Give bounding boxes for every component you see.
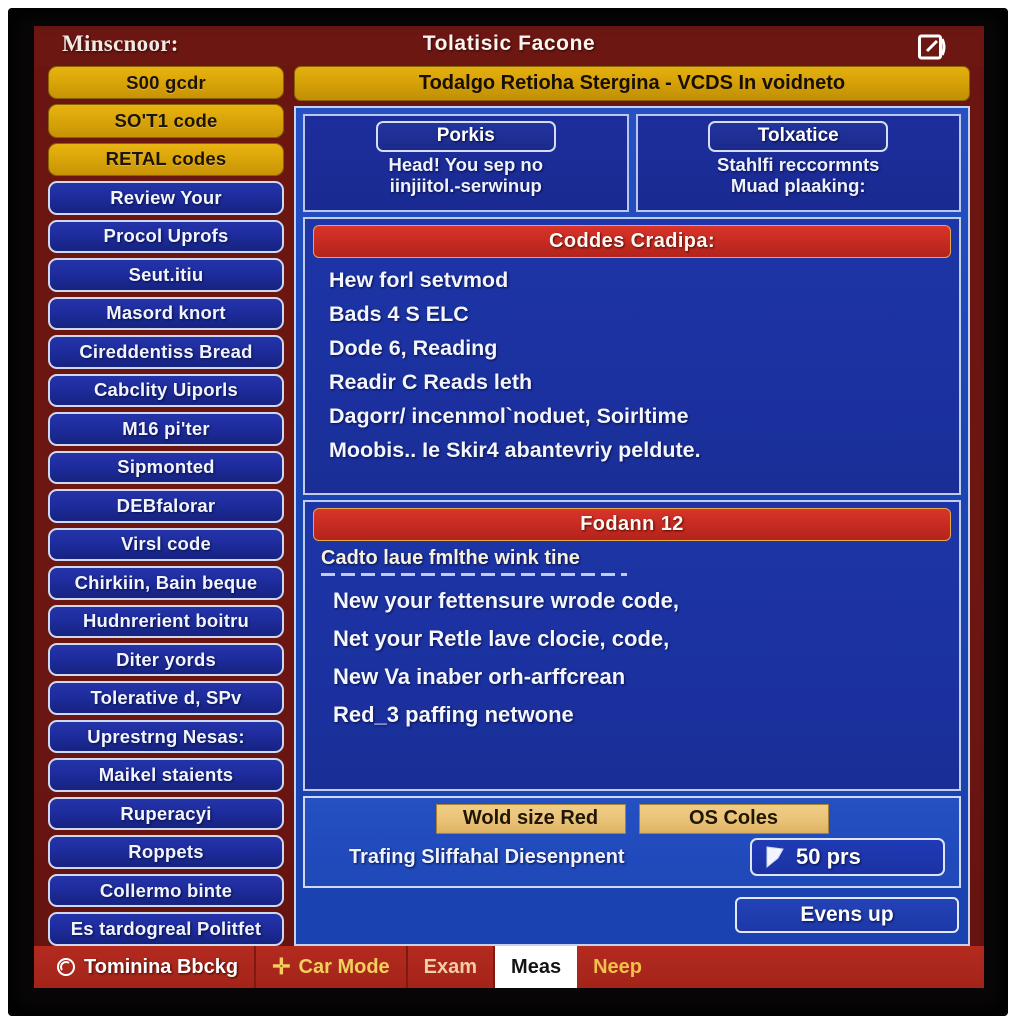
status-bar-item-label: Exam (423, 955, 478, 978)
status-bar-item[interactable]: Meas (495, 946, 578, 988)
status-bar-item[interactable]: Tominina Bbckg (34, 946, 257, 988)
status-bar-item-label: Car Mode (298, 955, 390, 978)
counter-field[interactable]: 50 prs (750, 838, 945, 876)
sidebar-item[interactable]: Review Your (48, 181, 284, 215)
code-line: Bads 4 S ELC (329, 301, 469, 326)
codes-panel: Coddes Cradipa: Hew forl setvmod Bads 4 S… (303, 217, 961, 495)
fodann-panel: Fodann 12 Cadto laue fmlthe wink tine Ne… (303, 500, 961, 791)
counter-value: 50 prs (796, 844, 861, 869)
status-bar-item[interactable]: Neep (577, 946, 658, 988)
app-screen: Minscnoor: Tolatisic Facone S00 gcdr SO'T… (34, 26, 984, 988)
page-title: Tolatisic Facone (422, 32, 596, 55)
info-box-line: Stahlfi reccormnts (717, 154, 880, 175)
dashed-divider (321, 573, 628, 576)
action-box: Wold size Red OS Coles Trafing Sliffahal… (303, 796, 961, 888)
subtitle-bar: Todalgo Retioha Stergina - VCDS In voidn… (294, 66, 970, 101)
sidebar-item[interactable]: Seut.itiu (48, 258, 284, 292)
device-bezel: Minscnoor: Tolatisic Facone S00 gcdr SO'T… (8, 8, 1008, 1016)
sidebar-item[interactable]: Maikel staients (48, 758, 284, 792)
sidebar-item[interactable]: Uprestrng Nesas: (48, 719, 284, 754)
sidebar-item[interactable]: Hudnrerient boitru (48, 604, 284, 638)
app-body: S00 gcdr SO'T1 code RETAL codes Review Your… (34, 66, 984, 946)
ring-icon (56, 957, 76, 977)
flag-icon (764, 845, 786, 869)
info-box-line: iinjiitol.-serwinup (389, 174, 542, 196)
status-bar-item-label: Neep (593, 955, 642, 978)
sidebar-item[interactable]: Cabclity Uiporls (48, 373, 284, 408)
sidebar-item[interactable]: RETAL codes (48, 142, 284, 177)
code-line: Dagorr/ incenmol`noduet, Soirltime (329, 403, 689, 428)
info-box: Porkis Head! You sep no iinjiitol.-serwi… (303, 114, 629, 212)
external-window-icon[interactable] (918, 32, 946, 62)
sidebar-item[interactable]: M16 pi'ter (48, 412, 284, 446)
action-status-row: Trafing Sliffahal Diesenpnent 50 prs (315, 834, 949, 880)
sidebar-item[interactable]: Virsl code (48, 527, 284, 562)
sidebar-item[interactable]: Tolerative d, SPv (48, 681, 284, 715)
sidebar-item[interactable]: Chirkiin, Bain beque (48, 566, 284, 600)
sidebar-item[interactable]: Masord knort (48, 296, 284, 331)
codes-panel-lines: Hew forl setvmod Bads 4 S ELC Dode 6, Read… (313, 264, 951, 468)
code-line: Readir C Reads leth (329, 369, 533, 394)
sidebar-item[interactable]: SO'T1 code (48, 104, 284, 138)
fodann-line: New Va inaber orh-arffcrean (333, 664, 626, 690)
fodann-line: Net your Retle lave clocie, code, (333, 626, 670, 652)
fodann-line: Red_3 paffing netwone (333, 702, 574, 728)
sidebar-item[interactable]: DEBfalorar (48, 489, 284, 523)
sidebar-item[interactable]: Diter yords (48, 642, 284, 677)
code-line: Moobis.. Ie Skir4 abantevriy peldute. (329, 437, 701, 462)
sidebar-item[interactable]: Es tardogreal Politfet (48, 912, 284, 946)
code-line: Hew forl setvmod (329, 268, 509, 292)
wold-size-red-button[interactable]: Wold size Red (435, 804, 626, 834)
status-bar-spacer (658, 946, 984, 988)
sidebar-item[interactable]: Cireddentiss Bread (48, 335, 284, 369)
info-box-caption: Tolxatice (708, 121, 889, 152)
evens-up-button[interactable]: Evens up (735, 897, 959, 933)
sidebar-item[interactable]: S00 gcdr (48, 66, 284, 100)
status-bar-item[interactable]: ✛ Car Mode (256, 946, 408, 988)
sidebar: S00 gcdr SO'T1 code RETAL codes Review Your… (34, 66, 284, 946)
fodann-panel-lines: New your fettensure wrode code, Net your … (313, 582, 951, 734)
sidebar-item[interactable]: Ruperacyi (48, 796, 284, 831)
fodann-panel-note: Cadto laue fmlthe wink tine (321, 547, 580, 569)
os-coles-button[interactable]: OS Coles (638, 804, 829, 834)
sidebar-item[interactable]: Sipmonted (48, 450, 284, 485)
info-box-line: Muad plaaking: (730, 174, 866, 196)
plus-icon: ✛ (272, 954, 291, 979)
info-box: Tolxatice Stahlfi reccormnts Muad plaaki… (635, 114, 961, 212)
status-bar-item[interactable]: Exam (408, 946, 496, 988)
sidebar-item[interactable]: Roppets (48, 835, 284, 869)
status-bar-item-label: Meas (511, 955, 562, 978)
info-box-line: Head! You sep no (388, 154, 544, 175)
sidebar-item[interactable]: Collermo binte (48, 873, 284, 908)
action-button-row: Wold size Red OS Coles (315, 804, 949, 834)
code-line: Dode 6, Reading (329, 335, 498, 360)
panel-container: Porkis Head! You sep no iinjiitol.-serwi… (294, 106, 970, 946)
info-box-row: Porkis Head! You sep no iinjiitol.-serwi… (303, 114, 961, 212)
evens-row: Evens up (303, 893, 961, 937)
sidebar-item[interactable]: Procol Uprofs (48, 219, 284, 254)
fodann-panel-caption: Fodann 12 (313, 508, 951, 541)
info-box-caption: Porkis (375, 121, 556, 152)
fodann-line: New your fettensure wrode code, (333, 588, 679, 613)
action-status-text: Trafing Sliffahal Diesenpnent (349, 845, 625, 868)
main-column: Todalgo Retioha Stergina - VCDS In voidn… (284, 66, 984, 946)
title-bar: Minscnoor: Tolatisic Facone (34, 26, 984, 66)
status-bar: Tominina Bbckg ✛ Car Mode Exam Meas Neep (34, 946, 984, 988)
codes-panel-caption: Coddes Cradipa: (313, 225, 951, 258)
status-bar-item-label: Tominina Bbckg (84, 955, 239, 978)
